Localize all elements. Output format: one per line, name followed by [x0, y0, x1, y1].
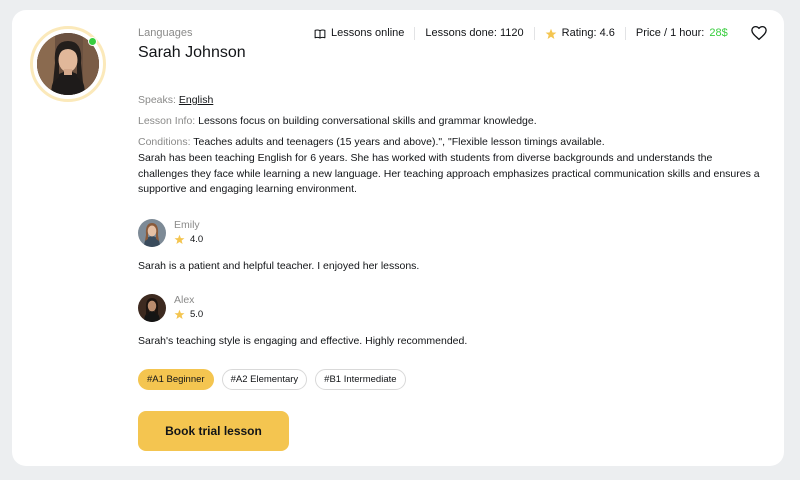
online-status-dot [88, 37, 97, 46]
stat-rating: Rating: 4.6 [535, 27, 626, 40]
speaks-value-link[interactable]: English [179, 94, 213, 106]
tag-a1-beginner[interactable]: #A1 Beginner [138, 369, 214, 390]
stat-lessons-done: Lessons done: 1120 [415, 27, 535, 40]
review-comment: Sarah is a patient and helpful teacher. … [138, 260, 420, 272]
speaks-label: Speaks: [138, 94, 179, 106]
reviewer-meta: Alex 5.0 [174, 294, 203, 320]
lesson-info-value: Lessons focus on building conversational… [198, 115, 537, 127]
review-header: Alex 5.0 [138, 294, 203, 322]
reviewer-name: Emily [174, 219, 200, 231]
stats-bar: Lessons online Lessons done: 1120 Rating… [314, 27, 728, 40]
lesson-info-line: Lesson Info: Lessons focus on building c… [138, 115, 537, 127]
stat-price-label: Price / 1 hour: [635, 27, 705, 39]
book-trial-lesson-button[interactable]: Book trial lesson [138, 411, 289, 451]
review-header: Emily 4.0 [138, 219, 203, 247]
reviewer-rating-value: 4.0 [190, 234, 204, 245]
conditions-value: Teaches adults and teenagers (15 years a… [193, 136, 605, 148]
teacher-card: Languages Sarah Johnson Lessons online L… [12, 10, 784, 466]
reviewer-rating: 5.0 [174, 309, 203, 320]
stat-price: Price / 1 hour: 28$ [626, 27, 728, 40]
reviewer-avatar [138, 219, 166, 247]
level-tags: #A1 Beginner #A2 Elementary #B1 Intermed… [138, 369, 406, 390]
stat-lessons-online-label: Lessons online [331, 27, 405, 39]
tag-b1-intermediate[interactable]: #B1 Intermediate [315, 369, 406, 390]
speaks-line: Speaks: English [138, 94, 213, 106]
reviewer-meta: Emily 4.0 [174, 219, 203, 245]
star-icon [174, 234, 185, 245]
book-open-icon [314, 28, 326, 38]
teacher-bio: Sarah has been teaching English for 6 ye… [138, 152, 760, 195]
lesson-info-label: Lesson Info: [138, 115, 199, 127]
heart-icon [751, 25, 767, 41]
star-icon [174, 309, 185, 320]
tag-a2-elementary[interactable]: #A2 Elementary [221, 369, 308, 390]
teacher-category: Languages [138, 27, 193, 39]
stat-lessons-online: Lessons online [314, 27, 416, 40]
conditions-label: Conditions: [138, 136, 194, 148]
teacher-name: Sarah Johnson [138, 44, 246, 61]
stat-lessons-done-label: Lessons done: 1120 [425, 27, 524, 39]
conditions-line: Conditions: Teaches adults and teenagers… [138, 136, 605, 148]
stat-price-value: 28$ [709, 27, 728, 39]
reviewer-rating: 4.0 [174, 234, 203, 245]
reviewer-name: Alex [174, 294, 195, 306]
reviewer-avatar [138, 294, 166, 322]
favorite-button[interactable] [750, 24, 768, 42]
star-icon [545, 28, 557, 39]
avatar [30, 26, 106, 102]
review-comment: Sarah's teaching style is engaging and e… [138, 335, 468, 347]
stat-rating-label: Rating: 4.6 [561, 27, 615, 39]
reviewer-rating-value: 5.0 [190, 309, 204, 320]
